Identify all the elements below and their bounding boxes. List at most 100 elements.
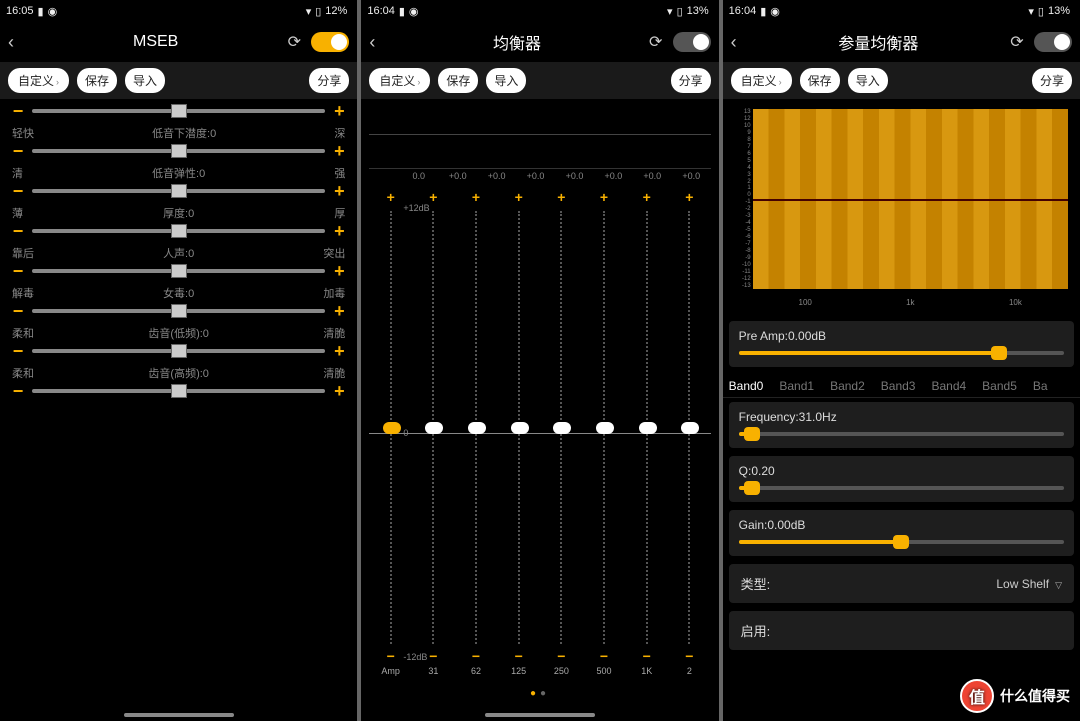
minus-button[interactable]: − [643,648,651,666]
slider-thumb[interactable] [171,304,187,318]
minus-button[interactable]: − [12,225,24,237]
minus-button[interactable]: − [12,385,24,397]
band-tab[interactable]: Band5 [982,379,1017,393]
minus-button[interactable]: − [12,145,24,157]
slider-thumb[interactable] [553,422,571,434]
plus-button[interactable]: + [333,265,345,277]
refresh-icon[interactable]: ⟳ [645,32,667,52]
back-icon[interactable]: ‹ [8,32,28,53]
slider-thumb[interactable] [596,422,614,434]
minus-button[interactable]: − [12,305,24,317]
minus-button[interactable]: − [12,185,24,197]
plus-button[interactable]: + [685,189,693,207]
plus-button[interactable]: + [515,189,523,207]
plus-button[interactable]: + [643,189,651,207]
minus-button[interactable]: − [387,648,395,666]
slider-thumb[interactable] [383,422,401,434]
frequency-slider[interactable] [739,432,1064,436]
plus-button[interactable]: + [429,189,437,207]
plus-button[interactable]: + [333,385,345,397]
mseb-slider[interactable] [32,229,325,233]
eq-band-slider[interactable]: + − 1K [625,189,668,680]
import-pill[interactable]: 导入 [125,68,165,93]
slider-thumb[interactable] [171,224,187,238]
band-tab[interactable]: Band4 [931,379,966,393]
minus-button[interactable]: − [600,648,608,666]
save-pill[interactable]: 保存 [77,68,117,93]
band-tabs[interactable]: Band0 Band1 Band2 Band3 Band4 Band5 Ba [723,371,1080,398]
share-pill[interactable]: 分享 [309,68,349,93]
plus-button[interactable]: + [333,185,345,197]
slider-thumb[interactable] [171,384,187,398]
eq-band-slider[interactable]: + − 31 [412,189,455,680]
band-tab[interactable]: Band1 [779,379,814,393]
enable-row[interactable]: 启用: [729,611,1074,650]
save-pill[interactable]: 保存 [800,68,840,93]
save-pill[interactable]: 保存 [438,68,478,93]
power-toggle[interactable] [1034,32,1072,52]
mseb-slider[interactable] [32,349,325,353]
minus-button[interactable]: − [12,265,24,277]
page-dots[interactable]: ●● [369,684,710,707]
plus-button[interactable]: + [600,189,608,207]
band-tab[interactable]: Ba [1033,379,1048,393]
type-row[interactable]: 类型: Low Shelf▽ [729,564,1074,603]
slider-thumb[interactable] [468,422,486,434]
minus-button[interactable]: − [12,345,24,357]
q-slider[interactable] [739,486,1064,490]
custom-pill[interactable]: 自定义› [8,68,69,93]
plus-button[interactable]: + [333,225,345,237]
minus-button[interactable]: − [472,648,480,666]
back-icon[interactable]: ‹ [369,32,389,53]
plus-button[interactable]: + [333,105,345,117]
mseb-slider[interactable] [32,149,325,153]
slider-thumb[interactable] [171,184,187,198]
preamp-slider[interactable] [739,351,1064,355]
plus-button[interactable]: + [557,189,565,207]
slider-thumb[interactable] [425,422,443,434]
import-pill[interactable]: 导入 [848,68,888,93]
mseb-slider[interactable] [32,269,325,273]
eq-band-slider[interactable]: + − 250 [540,189,583,680]
slider-thumb[interactable] [511,422,529,434]
back-icon[interactable]: ‹ [731,32,751,53]
band-tab[interactable]: Band0 [729,379,764,393]
mseb-slider[interactable] [32,309,325,313]
plus-button[interactable]: + [387,189,395,207]
import-pill[interactable]: 导入 [486,68,526,93]
plus-button[interactable]: + [333,345,345,357]
custom-pill[interactable]: 自定义› [369,68,430,93]
share-pill[interactable]: 分享 [1032,68,1072,93]
band-tab[interactable]: Band2 [830,379,865,393]
plus-button[interactable]: + [333,305,345,317]
eq-band-slider[interactable]: + − 500 [583,189,626,680]
mseb-slider[interactable] [32,389,325,393]
refresh-icon[interactable]: ⟳ [283,32,305,52]
custom-pill[interactable]: 自定义› [731,68,792,93]
eq-band-slider[interactable]: + − 2 [668,189,711,680]
refresh-icon[interactable]: ⟳ [1006,32,1028,52]
minus-button[interactable]: − [12,105,24,117]
home-indicator[interactable] [485,713,595,717]
slider-thumb[interactable] [639,422,657,434]
slider-thumb[interactable] [171,104,187,118]
power-toggle[interactable] [311,32,349,52]
band-tab[interactable]: Band3 [881,379,916,393]
slider-thumb[interactable] [171,344,187,358]
minus-button[interactable]: − [429,648,437,666]
share-pill[interactable]: 分享 [671,68,711,93]
slider-thumb[interactable] [171,144,187,158]
mseb-slider[interactable] [32,189,325,193]
power-toggle[interactable] [673,32,711,52]
gain-slider[interactable] [739,540,1064,544]
slider-thumb[interactable] [171,264,187,278]
eq-band-slider[interactable]: + − Amp [369,189,412,680]
plus-button[interactable]: + [333,145,345,157]
minus-button[interactable]: − [515,648,523,666]
minus-button[interactable]: − [557,648,565,666]
minus-button[interactable]: − [685,648,693,666]
eq-band-slider[interactable]: + − 62 [455,189,498,680]
slider-thumb[interactable] [681,422,699,434]
plus-button[interactable]: + [472,189,480,207]
home-indicator[interactable] [124,713,234,717]
